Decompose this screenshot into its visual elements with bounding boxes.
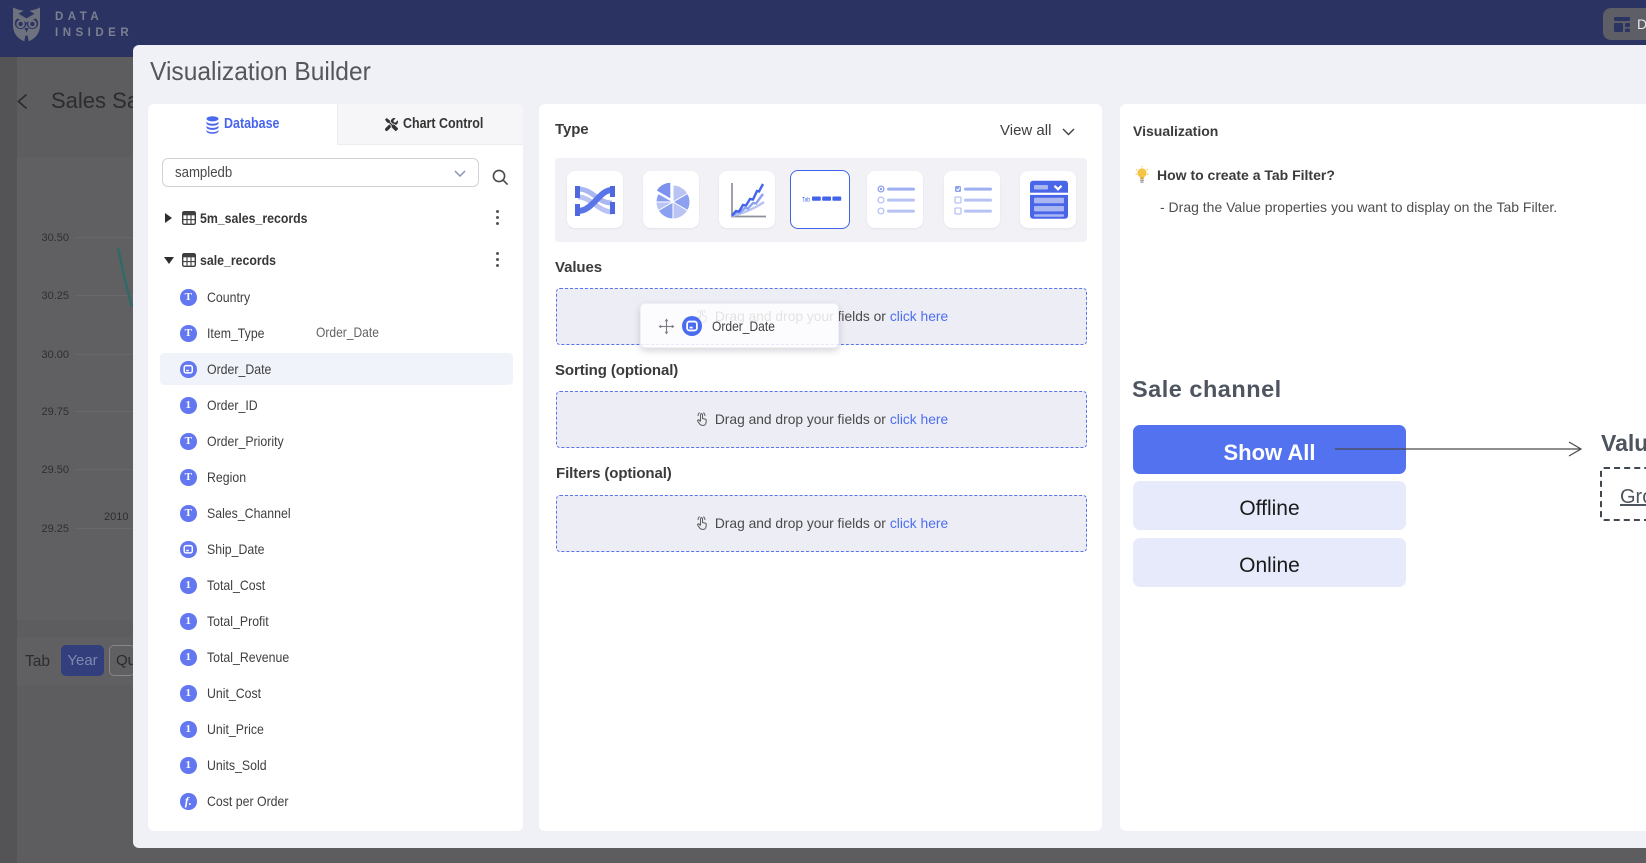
svg-text:Tab: Tab [802, 198, 811, 204]
